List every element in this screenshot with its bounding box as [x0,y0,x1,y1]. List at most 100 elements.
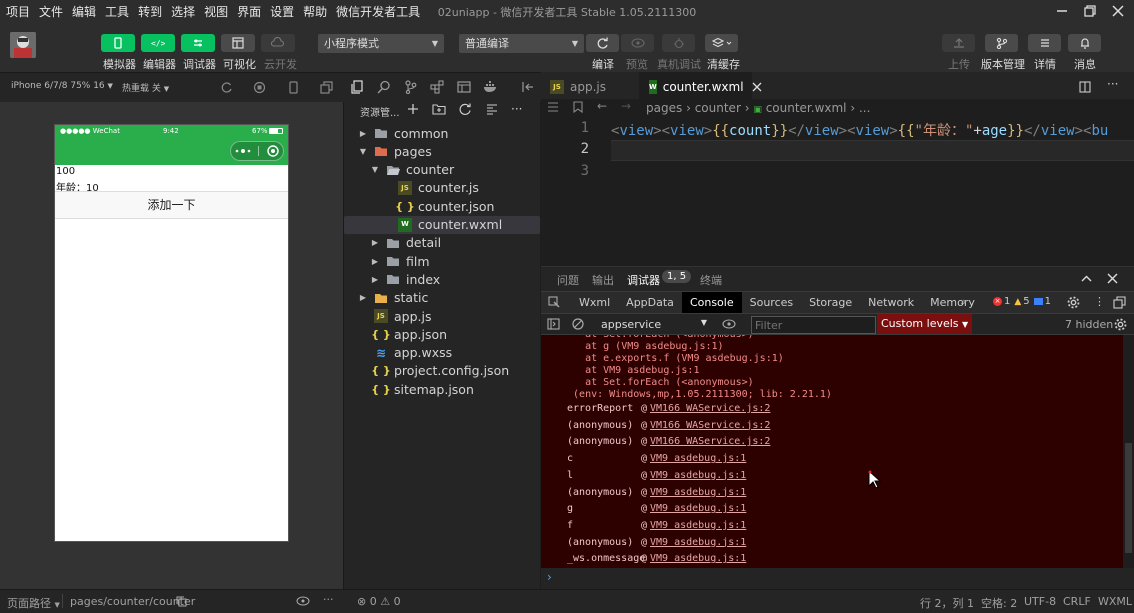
visualize-toggle-button[interactable] [221,34,255,52]
menu-item[interactable]: 编辑 [72,3,96,20]
copy-icon[interactable] [176,596,187,607]
new-file-icon[interactable] [406,102,420,116]
tab-memory[interactable]: Memory [922,292,983,314]
tab-output[interactable]: 输出 [592,272,614,288]
eol[interactable]: CRLF [1063,595,1091,608]
tree-item[interactable]: ▼ pages [344,142,540,160]
real-debug-button[interactable] [662,34,695,52]
tab-storage[interactable]: Storage [801,292,860,314]
close-panel-icon[interactable] [1107,273,1118,284]
tab-app-js[interactable]: JS app.js [541,72,636,102]
source-control-icon[interactable] [404,80,418,94]
docker-icon[interactable] [483,80,498,94]
tree-item[interactable]: ▼ counter [344,161,540,179]
detach-window-icon[interactable] [320,81,333,94]
error-counts[interactable]: × 1 ▲ 5 1 [993,296,1051,307]
forward-arrow-icon[interactable]: → [621,99,631,113]
messages-button[interactable] [1068,34,1101,52]
compile-button[interactable] [586,34,619,52]
filter-input[interactable] [751,316,876,334]
tree-item[interactable]: ▶ common [344,124,540,142]
tree-item[interactable]: { } counter.json [344,197,540,215]
tree-item[interactable]: JS counter.js [344,179,540,197]
tree-item[interactable]: ≋ app.wxss [344,344,540,362]
explorer-icon[interactable] [350,80,364,94]
vertical-dots-icon[interactable]: ⋮ [1094,295,1105,308]
console-source-link[interactable]: VM9 asdebug.js:1 [650,520,746,531]
console-prompt[interactable]: › [541,568,1134,590]
more-tabs-icon[interactable]: » [960,295,967,308]
refresh-icon[interactable] [220,81,233,94]
extensions-icon[interactable] [430,80,444,94]
menu-item[interactable]: 转到 [138,3,162,20]
indentation[interactable]: 空格: 2 [981,595,1017,611]
page-path-select[interactable]: 页面路径 ▼ [7,595,60,611]
menu-item[interactable]: 工具 [105,3,129,20]
tree-item[interactable]: ▶ index [344,270,540,288]
inspect-element-icon[interactable] [548,296,560,308]
tab-terminal[interactable]: 终端 [700,272,722,288]
console-source-link[interactable]: VM9 asdebug.js:1 [650,503,746,514]
tab-problems[interactable]: 问题 [557,272,579,288]
chevron-up-icon[interactable] [1081,273,1092,284]
tree-item[interactable]: JS app.js [344,307,540,325]
custom-levels-select[interactable]: Custom levels ▼ [877,314,973,334]
refresh-explorer-icon[interactable] [458,102,472,116]
console-source-link[interactable]: VM9 asdebug.js:1 [650,470,746,481]
version-button[interactable] [985,34,1018,52]
more-dots-icon[interactable] [235,148,251,154]
close-miniprogram-icon[interactable] [267,145,279,157]
close-window-icon[interactable] [1110,3,1126,19]
console-source-link[interactable]: VM9 asdebug.js:1 [650,553,746,564]
add-button[interactable]: 添加一下 [55,191,288,219]
language-mode[interactable]: WXML [1098,595,1132,608]
editor-more-icon[interactable]: ··· [1107,77,1118,91]
compile-mode-select[interactable]: 普通编译 ▼ [459,34,584,53]
tab-network[interactable]: Network [860,292,922,314]
console-source-link[interactable]: VM166 WAService.js:2 [650,436,770,447]
close-tab-icon[interactable] [752,82,762,92]
console-source-link[interactable]: VM9 asdebug.js:1 [650,487,746,498]
console-scrollbar[interactable] [1123,335,1134,568]
hot-reload-select[interactable]: 热重载 关 ▼ [122,81,169,94]
tab-appdata[interactable]: AppData [618,292,682,314]
menu-item[interactable]: 帮助 [303,3,327,20]
tab-counter-wxml[interactable]: W counter.wxml [639,72,762,102]
minimize-icon[interactable] [1054,3,1070,19]
tree-item[interactable]: ▶ static [344,289,540,307]
tab-debugger[interactable]: 调试器 [627,272,660,292]
clear-cache-button[interactable] [705,34,738,52]
console-source-link[interactable]: VM9 asdebug.js:1 [650,537,746,548]
live-expression-eye-icon[interactable] [722,318,736,330]
more-icon[interactable]: ··· [511,102,522,116]
crumb-file[interactable]: counter.wxml [766,101,847,115]
preview-eye-icon[interactable] [296,596,310,606]
tab-wxml[interactable]: Wxml [571,292,618,314]
menu-item[interactable]: 设置 [270,3,294,20]
crumb-more[interactable]: ... [859,101,870,115]
menu-item[interactable]: 选择 [171,3,195,20]
console-source-link[interactable]: VM166 WAService.js:2 [650,403,770,414]
menu-item[interactable]: 项目 [6,3,30,20]
tree-item[interactable]: Wcounter.wxml [344,215,540,234]
console-source-link[interactable]: VM166 WAService.js:2 [650,420,770,431]
editor-toggle-button[interactable]: </> [141,34,175,52]
scroll-thumb[interactable] [1125,443,1132,553]
cursor-position[interactable]: 行 2，列 1 [920,595,974,611]
console-settings-gear-icon[interactable] [1114,318,1127,331]
menu-item[interactable]: 视图 [204,3,228,20]
menu-item[interactable]: 微信开发者工具 [336,3,420,20]
console-source-link[interactable]: VM9 asdebug.js:1 [650,453,746,464]
tab-sources[interactable]: Sources [742,292,802,314]
problems-status[interactable]: ⊗ 0 ⚠ 0 [357,595,401,608]
phone-icon[interactable] [287,81,299,94]
crumb-pages[interactable]: pages [646,101,682,115]
clear-console-icon[interactable] [572,318,584,330]
tree-item[interactable]: ▶ film [344,252,540,270]
device-select[interactable]: iPhone 6/7/8 75% 16 ▼ [11,81,113,91]
cloud-dev-button[interactable] [261,34,295,52]
sidebar-toggle-icon[interactable] [547,318,560,330]
new-folder-icon[interactable] [432,102,446,116]
collapse-panel-icon[interactable] [521,80,535,94]
tree-item[interactable]: { } sitemap.json [344,380,540,398]
